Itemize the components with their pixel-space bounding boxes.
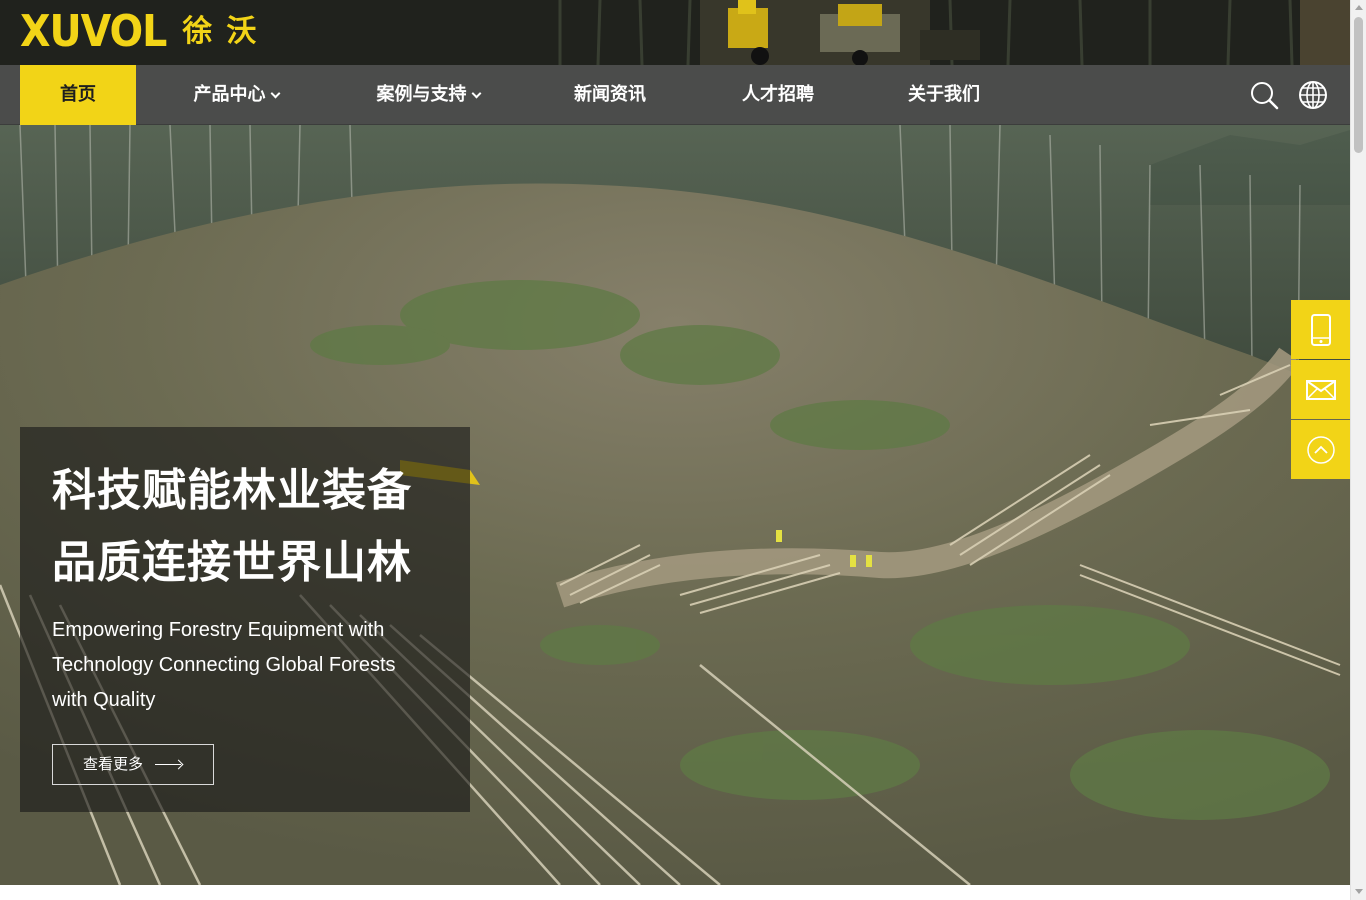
arrow-right-icon (155, 764, 181, 765)
chevron-down-icon (270, 88, 280, 99)
mail-icon (1305, 379, 1336, 400)
logo-latin-text: XUVOL (20, 6, 167, 57)
page-scrollbar[interactable] (1350, 0, 1366, 900)
view-more-button[interactable]: 查看更多 (52, 744, 214, 785)
nav-item-news[interactable]: 新闻资讯 (560, 65, 660, 125)
logo[interactable]: XUVOL 徐沃 (20, 9, 270, 55)
view-more-button-label: 查看更多 (83, 755, 144, 773)
side-float-toolbar (1291, 300, 1350, 480)
hero-title-line-2: 品质连接世界山林 (52, 537, 412, 588)
nav-item-cases-support[interactable]: 案例与支持 (358, 65, 498, 125)
back-to-top-button[interactable] (1291, 420, 1350, 479)
search-icon[interactable] (1249, 80, 1279, 110)
nav-item-products[interactable]: 产品中心 (176, 65, 296, 125)
mobile-phone-icon (1310, 313, 1331, 346)
scroll-up-arrow-icon[interactable] (1355, 5, 1363, 10)
hero-caption-panel: 科技赋能林业装备 品质连接世界山林 Empowering Forestry Eq… (20, 427, 470, 812)
chevron-down-icon (471, 88, 481, 99)
nav-item-label: 新闻资讯 (574, 84, 646, 105)
nav-item-label: 首页 (60, 84, 96, 105)
nav-item-home[interactable]: 首页 (20, 65, 136, 125)
nav-item-label: 关于我们 (908, 84, 980, 105)
phone-contact-button[interactable] (1291, 300, 1350, 359)
nav-item-label: 案例与支持 (376, 84, 467, 105)
scroll-down-arrow-icon[interactable] (1355, 889, 1363, 894)
globe-icon[interactable] (1298, 80, 1328, 110)
nav-item-label: 人才招聘 (742, 84, 814, 105)
brand-header: XUVOL 徐沃 (0, 0, 1350, 65)
nav-item-careers[interactable]: 人才招聘 (728, 65, 828, 125)
hero-title: 科技赋能林业装备 品质连接世界山林 (52, 455, 452, 599)
nav-item-about[interactable]: 关于我们 (894, 65, 994, 125)
logo-chinese-text: 徐沃 (182, 14, 271, 49)
hero-title-line-1: 科技赋能林业装备 (52, 465, 412, 516)
back-to-top-icon (1306, 435, 1335, 464)
nav-item-label: 产品中心 (193, 84, 266, 105)
hero-banner: 科技赋能林业装备 品质连接世界山林 Empowering Forestry Eq… (0, 125, 1350, 885)
email-contact-button[interactable] (1291, 360, 1350, 419)
hero-subtitle: Empowering Forestry Equipment with Techn… (52, 619, 396, 711)
main-navigation: 首页 产品中心 案例与支持 新闻资讯 人才招聘 关于我们 (0, 65, 1350, 125)
scrollbar-thumb[interactable] (1354, 17, 1363, 153)
